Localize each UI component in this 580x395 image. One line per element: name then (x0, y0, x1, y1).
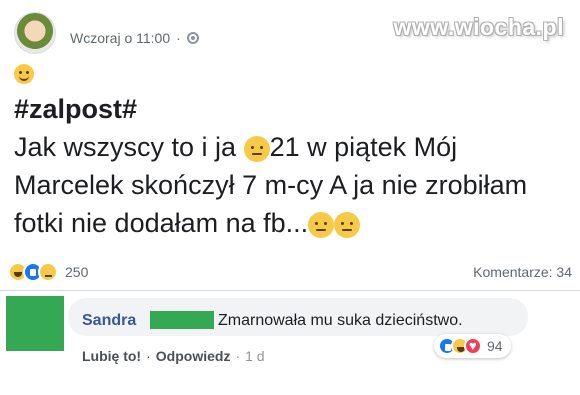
post-line-2: Marcelek skończył 7 m-cy A ja nie zrobił… (14, 170, 528, 200)
comment-like-button[interactable]: Lubię to! (82, 348, 141, 364)
globe-icon (186, 32, 199, 44)
censored-surname (150, 311, 214, 329)
reaction-count[interactable]: 250 (65, 264, 88, 280)
author-avatar[interactable] (14, 12, 56, 54)
comment-actions: Lubię to! · Odpowiedz · 1 d (82, 348, 265, 364)
comment-time[interactable]: 1 d (245, 348, 264, 364)
divider (0, 290, 580, 291)
sad-emoji-icon (243, 135, 270, 162)
sad-emoji-icon (334, 211, 361, 238)
post-header: Wczoraj o 11:00 · (14, 10, 374, 56)
love-reaction-icon (464, 337, 482, 355)
post-line-3: fotki nie dodałam na fb... (14, 204, 574, 242)
commenter-avatar[interactable] (6, 296, 64, 351)
post-meta: Wczoraj o 11:00 · (70, 30, 199, 46)
comment-text: Zmarnowała mu suka dzieciństwo. (218, 312, 463, 329)
comment-author-link[interactable]: Sandra (82, 312, 136, 330)
facebook-post: Wczoraj o 11:00 · www.wiocha.pl #zalpost… (0, 0, 580, 395)
post-text: #zalpost# Jak wszyscy to i ja 21 w piąte… (14, 90, 574, 242)
comment-reactions[interactable]: 94 (434, 334, 511, 358)
watermark: www.wiocha.pl (393, 14, 564, 40)
comments-count-link[interactable]: Komentarze: 34 (473, 264, 572, 280)
hashtag[interactable]: #zalpost# (14, 90, 574, 128)
comment-reaction-count: 94 (487, 338, 503, 354)
comment-reply-button[interactable]: Odpowiedz (156, 348, 231, 364)
sad-reaction-icon (38, 262, 58, 282)
sad-emoji-icon (308, 211, 335, 238)
post-reactions[interactable]: 250 (8, 262, 88, 282)
post-timestamp[interactable]: Wczoraj o 11:00 (70, 30, 170, 46)
smile-emoji-icon (14, 64, 34, 84)
smile-emoji-line (14, 64, 34, 84)
post-line-1: Jak wszyscy to i ja 21 w piątek Mój (14, 132, 458, 162)
